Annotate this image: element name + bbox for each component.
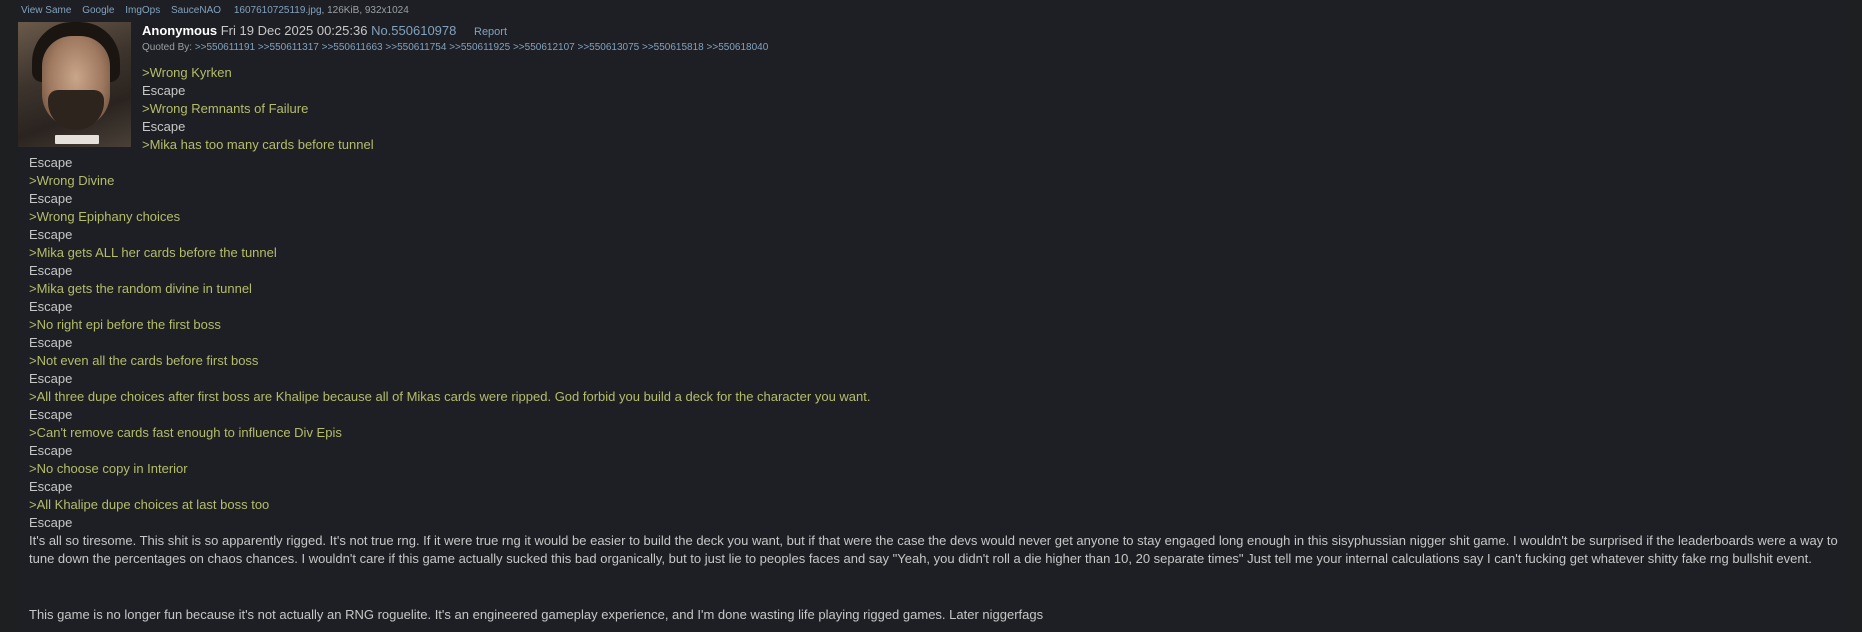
body-line: Escape <box>142 83 186 98</box>
reply-post: View Same Google ImgOps SauceNAO 1607610… <box>17 0 1847 632</box>
quoted-by-label: Quoted By: <box>142 42 195 53</box>
body-line: Escape <box>29 299 73 314</box>
post-thumbnail-image[interactable] <box>18 22 131 147</box>
body-line: Escape <box>29 443 73 458</box>
post-paragraph: This game is no longer fun because it's … <box>29 607 1044 622</box>
file-meta: , 126KiB, 932x1024 <box>321 5 409 16</box>
greentext-line: >Wrong Kyrken <box>142 65 232 80</box>
post-paragraph: It's all so tiresome. This shit is so ap… <box>29 533 1838 566</box>
body-line: Escape <box>29 227 73 242</box>
quote-link[interactable]: >>550611663 <box>322 42 383 53</box>
greentext-line: >All Khalipe dupe choices at last boss t… <box>29 497 270 512</box>
body-line: Escape <box>29 191 73 206</box>
greentext-line: >Wrong Remnants of Failure <box>142 101 309 116</box>
greentext-line: >No choose copy in Interior <box>29 461 188 476</box>
google-link[interactable]: Google <box>82 5 114 16</box>
quote-link[interactable]: >>550611925 <box>449 42 510 53</box>
report-link[interactable]: Report <box>474 26 507 38</box>
quote-link[interactable]: >>550611754 <box>385 42 446 53</box>
post-header: Anonymous Fri 19 Dec 2025 00:25:36 No.55… <box>142 23 507 38</box>
greentext-line: >Wrong Divine <box>29 173 115 188</box>
quote-link[interactable]: >>550611191 <box>195 42 255 53</box>
body-line: Escape <box>29 407 73 422</box>
quote-link[interactable]: >>550612107 <box>513 42 575 53</box>
greentext-line: >No right epi before the first boss <box>29 317 221 332</box>
body-line: Escape <box>29 371 73 386</box>
post-number-link[interactable]: No.550610978 <box>371 23 456 38</box>
body-line: Escape <box>29 515 73 530</box>
saucenao-link[interactable]: SauceNAO <box>171 5 221 16</box>
greentext-line: >Mika gets the random divine in tunnel <box>29 281 252 296</box>
quote-link[interactable]: >>550618040 <box>707 42 769 53</box>
file-info: View Same Google ImgOps SauceNAO 1607610… <box>21 5 409 16</box>
body-line: Escape <box>29 479 73 494</box>
thumb-beard <box>48 90 104 130</box>
body-line: Escape <box>29 335 73 350</box>
quoted-by: Quoted By: >>550611191 >>550611317 >>550… <box>142 42 768 53</box>
body-line: Escape <box>142 119 186 134</box>
body-line: Escape <box>29 155 73 170</box>
thumb-caption <box>55 135 99 144</box>
quote-link[interactable]: >>550613075 <box>577 42 639 53</box>
poster-name: Anonymous <box>142 23 218 38</box>
greentext-line: >Mika has too many cards before tunnel <box>142 137 374 152</box>
greentext-line: >Not even all the cards before first bos… <box>29 353 259 368</box>
greentext-line: >Can't remove cards fast enough to influ… <box>29 425 342 440</box>
greentext-line: >All three dupe choices after first boss… <box>29 389 871 404</box>
quote-link[interactable]: >>550611317 <box>258 42 319 53</box>
body-line: Escape <box>29 263 73 278</box>
view-same-link[interactable]: View Same <box>21 5 71 16</box>
imgops-link[interactable]: ImgOps <box>125 5 160 16</box>
post-date: Fri 19 Dec 2025 00:25:36 <box>217 23 372 38</box>
file-name-link[interactable]: 1607610725119.jpg <box>234 5 322 16</box>
quote-link[interactable]: >>550615818 <box>642 42 704 53</box>
greentext-line: >Wrong Epiphany choices <box>29 209 181 224</box>
greentext-line: >Mika gets ALL her cards before the tunn… <box>29 245 277 260</box>
